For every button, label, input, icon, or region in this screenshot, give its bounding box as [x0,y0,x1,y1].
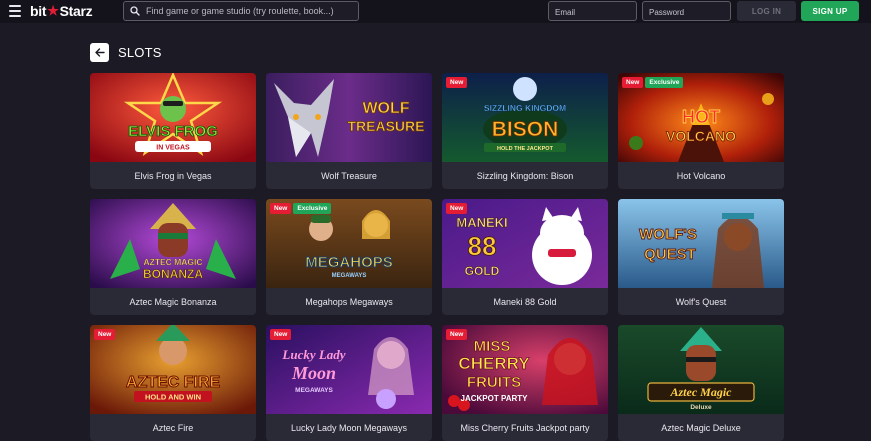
game-thumbnail: ELVIS FROG IN VEGAS [90,73,256,162]
new-badge: New [270,329,292,340]
signup-button[interactable]: SIGN UP [801,1,859,21]
game-thumbnail: Aztec Magic Deluxe [618,325,784,414]
art-subtitle-2: FRUITS [467,374,521,391]
game-card[interactable]: MEGAHOPS MEGAWAYS New Exclusive Megahops… [266,199,432,315]
art-title: MANEKI [456,215,507,230]
badges: New [94,329,116,340]
new-badge: New [94,329,116,340]
art-subtitle: TREASURE [347,118,424,134]
game-title: Wolf's Quest [675,296,727,307]
game-title: Miss Cherry Fruits Jackpot party [460,422,590,433]
game-title: Maneki 88 Gold [493,296,557,307]
badges: New [446,203,468,214]
exclusive-badge: Exclusive [645,77,684,88]
new-badge: New [622,77,644,88]
new-badge: New [446,329,468,340]
page-title: SLOTS [118,45,162,60]
game-thumbnail: WOLF TREASURE [266,73,432,162]
art-tagline: MEGAWAYS [295,387,333,394]
art-subtitle: IN VEGAS [156,145,190,152]
arrow-left-icon [94,48,105,57]
game-card[interactable]: SIZZLING KINGDOM BISON HOLD THE JACKPOT … [442,73,608,189]
email-field[interactable] [549,3,636,22]
art-tagline: JACKPOT PARTY [461,394,529,403]
logo-text-left: bit [30,3,47,19]
art-subtitle: Moon [291,363,336,383]
section-header: SLOTS [90,43,162,62]
game-thumbnail: AZTEC MAGIC BONANZA [90,199,256,288]
art-subtitle: VOLCANO [666,128,736,144]
game-title: Wolf Treasure [321,170,377,181]
game-card[interactable]: HOT VOLCANO New Exclusive Hot Volcano [618,73,784,189]
art-subtitle: BISON [492,118,559,141]
art-subtitle: QUEST [644,246,696,263]
art-subtitle: GOLD [465,264,500,278]
search-icon [130,6,140,16]
search-input[interactable] [146,6,356,16]
game-card[interactable]: Aztec Magic Deluxe Aztec Magic Deluxe [618,325,784,441]
art-title: AZTEC MAGIC [143,257,202,267]
game-title: Lucky Lady Moon Megaways [290,422,408,433]
game-card[interactable]: ELVIS FROG IN VEGAS Elvis Frog in Vegas [90,73,256,189]
art-title: SIZZLING KINGDOM [484,103,566,113]
top-bar: bit★Starz LOG IN SIGN UP [0,0,871,23]
badges: New [270,329,292,340]
game-card[interactable]: AZTEC MAGIC BONANZA Aztec Magic Bonanza [90,199,256,315]
art-title: Aztec Magic [670,385,733,399]
art-title: AZTEC FIRE [126,374,221,391]
game-title: Elvis Frog in Vegas [134,170,212,181]
bitstarz-logo[interactable]: bit ★ Starz [30,3,93,19]
art-subtitle: Deluxe [690,404,712,411]
hamburger-menu-icon[interactable] [9,5,21,17]
art-title: WOLF [362,100,409,117]
art-subtitle: MEGAWAYS [332,273,367,279]
game-title: Megahops Megaways [305,296,393,307]
art-title: WOLF'S [639,226,697,243]
exclusive-badge: Exclusive [293,203,332,214]
art-title: MISS [474,338,511,355]
art-number: 88 [468,231,497,261]
game-card[interactable]: AZTEC FIRE HOLD AND WIN New Aztec Fire [90,325,256,441]
email-field-wrap[interactable] [548,1,637,22]
game-title: Aztec Magic Deluxe [661,422,741,433]
game-card[interactable]: MISS CHERRY FRUITS JACKPOT PARTY New Mis… [442,325,608,441]
new-badge: New [446,203,468,214]
game-title: Sizzling Kingdom: Bison [476,170,574,181]
search-box[interactable] [123,1,359,21]
new-badge: New [446,77,468,88]
badges: New [446,329,468,340]
art-tagline: HOLD THE JACKPOT [497,146,554,152]
game-title: Aztec Fire [152,422,194,433]
art-title: MEGAHOPS [305,254,393,271]
art-title: Lucky Lady [281,347,345,362]
badges: New Exclusive [622,77,684,88]
art-subtitle: BONANZA [143,267,203,281]
art-title: ELVIS FROG [128,123,218,140]
badges: New [446,77,468,88]
game-card[interactable]: WOLF'S QUEST Wolf's Quest [618,199,784,315]
login-button[interactable]: LOG IN [737,1,796,21]
game-title: Aztec Magic Bonanza [129,296,217,307]
game-title: Hot Volcano [676,170,726,181]
art-subtitle: CHERRY [458,354,530,373]
logo-star-icon: ★ [47,3,59,18]
back-button[interactable] [90,43,109,62]
art-subtitle: HOLD AND WIN [145,393,201,402]
badges: New Exclusive [270,203,332,214]
new-badge: New [270,203,292,214]
password-field[interactable] [643,3,730,22]
game-thumbnail: WOLF'S QUEST [618,199,784,288]
logo-text-right: Starz [59,3,93,19]
art-title: HOT [682,107,720,127]
game-card[interactable]: Lucky Lady Moon MEGAWAYS New Lucky Lady … [266,325,432,441]
game-card[interactable]: MANEKI 88 GOLD New Maneki 88 Gold [442,199,608,315]
password-field-wrap[interactable] [642,1,731,22]
game-card[interactable]: WOLF TREASURE Wolf Treasure [266,73,432,189]
